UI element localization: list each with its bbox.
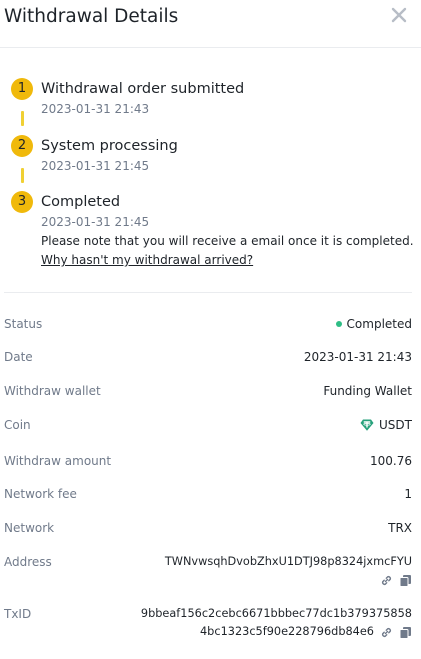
- amount-value: 100.76: [370, 454, 412, 468]
- close-icon[interactable]: [389, 5, 409, 25]
- coin-value: USDT: [379, 418, 412, 432]
- network-row: Network TRX: [4, 517, 412, 539]
- fee-label: Network fee: [4, 487, 77, 501]
- address-label: Address: [4, 555, 52, 569]
- txid-value-line2: 4bc1323c5f90e228796db84e6: [200, 625, 374, 638]
- network-value: TRX: [388, 521, 412, 535]
- coin-row: Coin USDT: [4, 414, 412, 436]
- txid-value-group: 9bbeaf156c2cebc6671bbbec77dc1b379375858 …: [141, 605, 412, 641]
- wallet-row: Withdraw wallet Funding Wallet: [4, 380, 412, 402]
- status-dot-icon: [335, 320, 342, 327]
- txid-value-line1: 9bbeaf156c2cebc6671bbbec77dc1b379375858: [140, 607, 412, 620]
- coin-value-group: USDT: [360, 414, 412, 436]
- step-connector: [21, 111, 24, 126]
- wallet-label: Withdraw wallet: [4, 384, 101, 398]
- fee-row: Network fee 1: [4, 483, 412, 505]
- amount-row: Withdraw amount 100.76: [4, 450, 412, 472]
- date-value: 2023-01-31 21:43: [303, 350, 412, 364]
- step-time: 2023-01-31 21:45: [41, 159, 150, 173]
- step-time: 2023-01-31 21:45: [41, 215, 150, 229]
- step-title: Withdrawal order submitted: [41, 81, 245, 97]
- completion-note: Please note that you will receive a emai…: [41, 234, 414, 248]
- fee-value: 1: [404, 487, 412, 501]
- tether-icon: [360, 419, 374, 431]
- modal-header: Withdrawal Details: [0, 0, 421, 48]
- copy-icon[interactable]: [399, 626, 412, 639]
- coin-label: Coin: [4, 418, 31, 432]
- step-number: 2: [11, 135, 33, 157]
- link-icon[interactable]: [380, 574, 393, 587]
- step-title: System processing: [41, 138, 178, 154]
- wallet-value: Funding Wallet: [323, 384, 412, 398]
- step-title: Completed: [41, 194, 121, 210]
- link-icon[interactable]: [380, 626, 393, 639]
- withdrawal-help-link[interactable]: Why hasn't my withdrawal arrived?: [41, 251, 253, 269]
- status-label: Status: [4, 317, 43, 331]
- status-badge: Completed: [335, 313, 412, 335]
- amount-label: Withdraw amount: [4, 454, 112, 468]
- date-row: Date 2023-01-31 21:43: [4, 346, 412, 368]
- network-label: Network: [4, 521, 55, 535]
- status-row: Status Completed: [4, 313, 412, 335]
- step-time: 2023-01-31 21:43: [41, 102, 150, 116]
- step-connector: [21, 168, 24, 183]
- address-row: Address TWNvwsqhDvobZhxU1DTJ98p8324jxmcF…: [4, 551, 412, 591]
- step-number: 3: [11, 191, 33, 213]
- step-number: 1: [11, 78, 33, 100]
- address-value-group: TWNvwsqhDvobZhxU1DTJ98p8324jxmcFYU: [165, 553, 412, 591]
- modal-title: Withdrawal Details: [4, 6, 179, 27]
- txid-label: TxID: [4, 607, 32, 621]
- address-value: TWNvwsqhDvobZhxU1DTJ98p8324jxmcFYU: [164, 555, 412, 568]
- date-label: Date: [4, 350, 33, 364]
- status-value: Completed: [346, 317, 412, 331]
- copy-icon[interactable]: [399, 574, 412, 587]
- txid-row: TxID 9bbeaf156c2cebc6671bbbec77dc1b37937…: [4, 603, 412, 643]
- section-divider: [4, 292, 412, 293]
